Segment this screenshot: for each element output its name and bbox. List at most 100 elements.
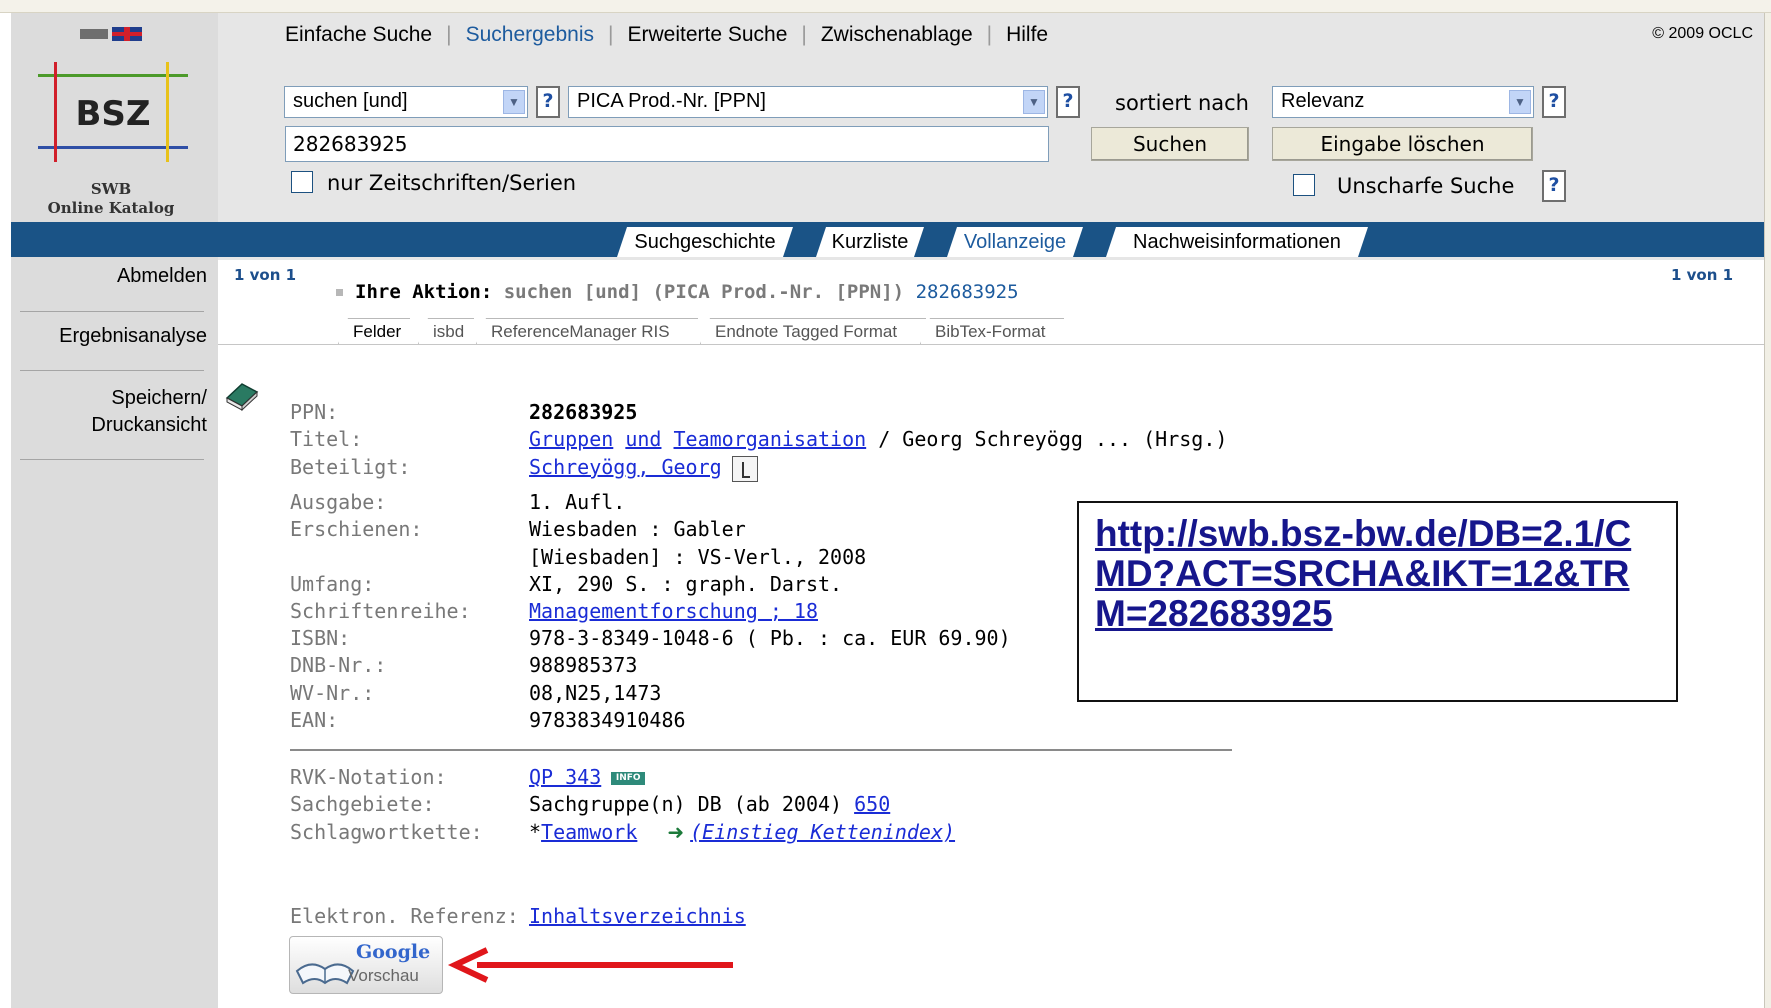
fuzzy-search-checkbox[interactable] xyxy=(1293,174,1315,196)
toc-link[interactable]: Inhaltsverzeichnis xyxy=(529,904,746,928)
record-url-link[interactable]: http://swb.bsz-bw.de/DB=2.1/CMD?ACT=SRCH… xyxy=(1095,513,1631,634)
logo-text: BSZ xyxy=(75,94,151,134)
title-link[interactable]: Teamorganisation xyxy=(674,427,867,451)
field-label: Erschienen: xyxy=(290,517,423,541)
field-label: ISBN: xyxy=(290,626,351,650)
field-value: 1. Aufl. xyxy=(529,490,626,514)
language-switcher xyxy=(80,27,144,41)
field-value: [Wiesbaden] : VS-Verl., 2008 xyxy=(529,545,867,569)
copyright: © 2009 OCLC xyxy=(1652,25,1753,42)
field-label: WV-Nr.: xyxy=(290,681,375,705)
series-link[interactable]: Managementforschung ; 18 xyxy=(529,599,818,623)
field-label: Elektron. Referenz: xyxy=(290,904,519,928)
sidebar-item-abmelden[interactable]: Abmelden xyxy=(11,263,207,290)
sort-select[interactable]: Relevanz ▼ xyxy=(1272,86,1534,118)
format-tab-isbd[interactable]: isbd xyxy=(418,318,474,344)
sort-label: sortiert nach xyxy=(1115,91,1249,115)
keyword-link[interactable]: Teamwork xyxy=(541,820,637,844)
field-value: Inhaltsverzeichnis xyxy=(529,904,746,928)
tab-kurzliste[interactable]: Kurzliste xyxy=(816,227,924,257)
field-label: Sachgebiete: xyxy=(290,792,435,816)
field-value: XI, 290 S. : graph. Darst. xyxy=(529,572,843,596)
field-value: Gruppen und Teamorganisation / Georg Sch… xyxy=(529,427,1227,451)
uk-flag-icon[interactable] xyxy=(112,27,142,41)
format-tab-endnote[interactable]: Endnote Tagged Format xyxy=(700,318,926,344)
title-link[interactable]: und xyxy=(625,427,661,451)
chevron-down-icon[interactable]: ▼ xyxy=(1023,90,1045,114)
google-brand: Google xyxy=(356,941,431,963)
main-menu: Einfache Suche | Suchergebnis | Erweiter… xyxy=(285,22,1048,48)
help-icon[interactable]: ? xyxy=(1542,170,1566,202)
search-button[interactable]: Suchen xyxy=(1091,127,1249,161)
field-select-value: PICA Prod.-Nr. [PPN] xyxy=(577,90,766,112)
format-tab-ris[interactable]: ReferenceManager RIS xyxy=(476,318,698,344)
help-icon[interactable]: ? xyxy=(1056,86,1080,118)
field-label: Schlagwortkette: xyxy=(290,820,483,844)
open-book-icon xyxy=(295,963,355,985)
annotation-arrow-icon xyxy=(447,947,733,983)
menu-item-suchergebnis[interactable]: Suchergebnis xyxy=(466,23,594,47)
tab-suchgeschichte[interactable]: Suchgeschichte xyxy=(617,227,793,257)
sort-select-value: Relevanz xyxy=(1281,90,1365,112)
left-edge xyxy=(0,13,11,1008)
menu-separator: | xyxy=(446,23,452,46)
operator-select[interactable]: suchen [und] ▼ xyxy=(284,86,528,118)
action-label: Ihre Aktion: xyxy=(355,281,493,303)
format-tab-bibtex[interactable]: BibTex-Format xyxy=(920,318,1064,344)
title-link[interactable]: Gruppen xyxy=(529,427,613,451)
sidebar-item-ergebnisanalyse[interactable]: Ergebnisanalyse xyxy=(11,323,207,350)
field-label: EAN: xyxy=(290,708,339,732)
field-value: Schreyögg, Georg xyxy=(529,455,758,482)
field-value: *Teamwork ➜ (Einstieg Kettenindex) xyxy=(529,820,955,844)
help-icon[interactable]: ? xyxy=(1542,86,1566,118)
field-value: 978-3-8349-1048-6 ( Pb. : ca. EUR 69.90) xyxy=(529,626,1011,650)
menu-separator: | xyxy=(801,23,807,46)
window-top-edge xyxy=(0,0,1771,13)
menu-separator: | xyxy=(986,23,993,46)
logo-caption-line1: SWB xyxy=(90,180,132,198)
pager-right: 1 von 1 xyxy=(1671,266,1734,284)
field-label: RVK-Notation: xyxy=(290,765,447,789)
menu-item-zwischenablage[interactable]: Zwischenablage xyxy=(821,23,973,47)
search-input[interactable]: 282683925 xyxy=(285,126,1049,162)
tab-vollanzeige[interactable]: Vollanzeige xyxy=(947,227,1083,257)
bsz-logo[interactable]: BSZ xyxy=(38,62,188,162)
bullet-icon xyxy=(336,289,343,296)
journals-only-checkbox[interactable] xyxy=(291,171,313,193)
sidebar-item-speichern[interactable]: Speichern/ Druckansicht xyxy=(11,385,207,439)
format-tab-divider xyxy=(218,344,1764,345)
sidebar-item-speichern-line2: Druckansicht xyxy=(91,414,207,436)
subjects-link[interactable]: 650 xyxy=(854,792,890,816)
menu-item-hilfe[interactable]: Hilfe xyxy=(1006,23,1048,47)
contributor-link[interactable]: Schreyögg, Georg xyxy=(529,455,722,479)
chevron-down-icon[interactable]: ▼ xyxy=(1509,90,1531,114)
field-label: Beteiligt: xyxy=(290,455,411,479)
field-value: Managementforschung ; 18 xyxy=(529,599,818,623)
chevron-down-icon[interactable]: ▼ xyxy=(503,90,525,114)
menu-item-erweiterte-suche[interactable]: Erweiterte Suche xyxy=(627,23,787,47)
vertical-scrollbar[interactable] xyxy=(1764,13,1771,1008)
rvk-link[interactable]: QP 343 xyxy=(529,765,601,789)
format-tab-felder[interactable]: Felder xyxy=(338,318,410,344)
field-label: Schriftenreihe: xyxy=(290,599,471,623)
pager-left: 1 von 1 xyxy=(234,266,297,284)
google-preview-button[interactable]: Google Vorschau xyxy=(289,936,443,994)
sidebar-divider xyxy=(20,459,204,460)
german-flag-icon[interactable] xyxy=(80,29,108,39)
field-select[interactable]: PICA Prod.-Nr. [PPN] ▼ xyxy=(568,86,1048,118)
tab-nachweisinformationen[interactable]: Nachweisinformationen xyxy=(1106,227,1368,257)
clear-button[interactable]: Eingabe löschen xyxy=(1272,127,1533,161)
chain-index-link[interactable]: (Einstieg Kettenindex) xyxy=(690,820,955,844)
menu-item-einfache-suche[interactable]: Einfache Suche xyxy=(285,23,432,47)
sidebar-item-speichern-line1: Speichern/ xyxy=(111,387,207,409)
logo-caption: SWB Online Katalog xyxy=(20,180,202,218)
help-icon[interactable]: ? xyxy=(536,86,560,118)
action-term[interactable]: 282683925 xyxy=(916,281,1019,303)
field-divider xyxy=(290,749,1232,751)
person-info-icon[interactable] xyxy=(731,455,758,482)
menu-separator: | xyxy=(608,23,614,46)
info-icon[interactable]: INFO xyxy=(611,772,646,785)
action-summary: Ihre Aktion: suchen [und] (PICA Prod.-Nr… xyxy=(336,281,1019,303)
action-text: suchen [und] (PICA Prod.-Nr. [PPN]) xyxy=(503,281,905,303)
field-value: 08,N25,1473 xyxy=(529,681,662,705)
